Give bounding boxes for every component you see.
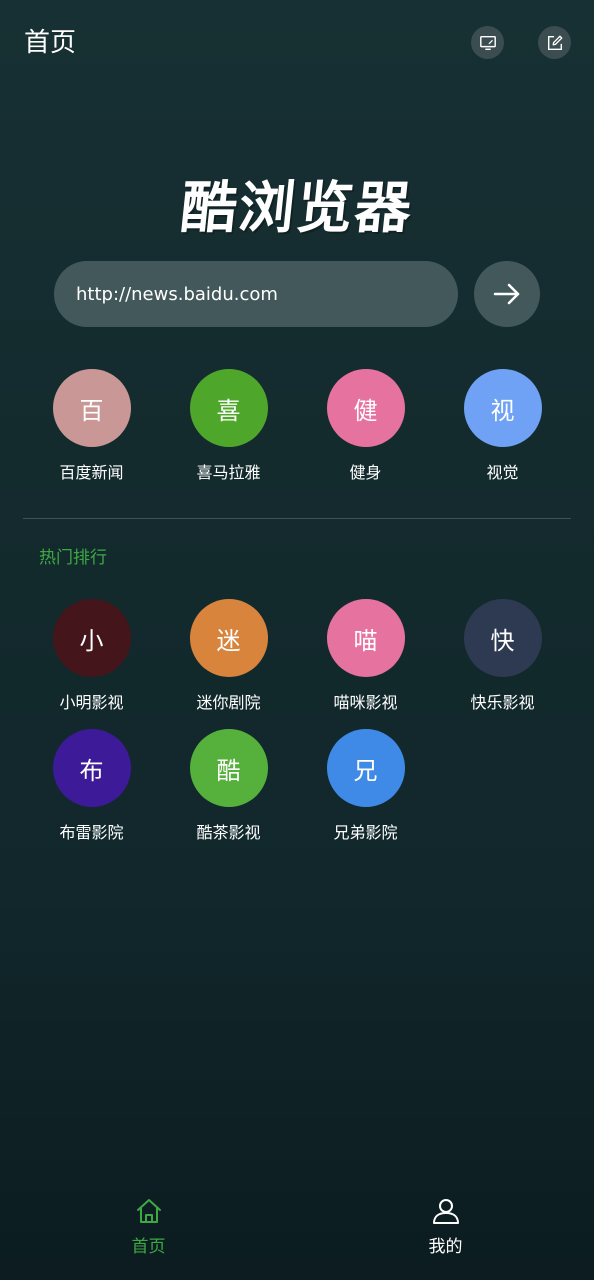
hot-item-label: 布雷影院 — [59, 823, 124, 842]
hot-item-icon: 兄 — [326, 729, 405, 807]
brand-logo: 酷浏览器 — [177, 175, 417, 241]
arrow-right-icon — [493, 283, 520, 305]
shortcut-icon: 健 — [326, 369, 405, 447]
user-icon — [432, 1199, 459, 1224]
shortcut-grid: 百 百度新闻 喜 喜马拉雅 健 健身 视 视觉 — [23, 369, 571, 483]
shortcut-vision[interactable]: 视 视觉 — [434, 369, 571, 483]
edit-button[interactable] — [538, 26, 571, 59]
hot-grid: 小 小明影视 迷 迷你剧院 喵 喵咪影视 快 快乐影视 布 布雷影院 酷 酷茶影… — [23, 599, 571, 843]
go-button[interactable] — [474, 261, 540, 327]
hot-item-icon: 快 — [463, 599, 542, 677]
shortcut-fitness[interactable]: 健 健身 — [297, 369, 434, 483]
screen-button[interactable] — [471, 26, 504, 59]
hot-item-icon: 酷 — [189, 729, 268, 807]
home-icon — [136, 1199, 161, 1223]
nav-home[interactable]: 首页 — [0, 1180, 297, 1280]
hot-item-icon: 喵 — [326, 599, 405, 677]
shortcut-baidu-news[interactable]: 百 百度新闻 — [23, 369, 160, 483]
hot-item-icon: 布 — [52, 729, 131, 807]
hot-item-label: 喵咪影视 — [333, 693, 398, 712]
hot-item-label: 迷你剧院 — [196, 693, 261, 712]
nav-home-label: 首页 — [131, 1237, 166, 1257]
shortcut-label: 健身 — [349, 463, 382, 482]
hot-item-xiongdi[interactable]: 兄 兄弟影院 — [297, 729, 434, 843]
url-bar[interactable] — [54, 261, 458, 327]
page-title: 首页 — [24, 28, 77, 58]
shortcut-label: 百度新闻 — [59, 463, 124, 482]
hot-item-label: 快乐影视 — [470, 693, 535, 712]
nav-mine[interactable]: 我的 — [297, 1180, 594, 1280]
shortcut-label: 视觉 — [486, 463, 519, 482]
hot-item-kuaile[interactable]: 快 快乐影视 — [434, 599, 571, 713]
hot-item-kucha[interactable]: 酷 酷茶影视 — [160, 729, 297, 843]
monitor-icon — [479, 35, 496, 50]
hot-item-bulei[interactable]: 布 布雷影院 — [23, 729, 160, 843]
hot-item-icon: 迷 — [189, 599, 268, 677]
shortcut-label: 喜马拉雅 — [196, 463, 261, 482]
shortcut-icon: 百 — [52, 369, 131, 447]
hot-item-label: 小明影视 — [59, 693, 124, 712]
hot-item-label: 兄弟影院 — [333, 823, 398, 842]
shortcut-icon: 喜 — [189, 369, 268, 447]
hot-item-xiaoming[interactable]: 小 小明影视 — [23, 599, 160, 713]
bottom-nav: 首页 我的 — [0, 1180, 594, 1280]
hot-item-icon: 小 — [52, 599, 131, 677]
shortcut-ximalaya[interactable]: 喜 喜马拉雅 — [160, 369, 297, 483]
shortcut-icon: 视 — [463, 369, 542, 447]
url-input[interactable] — [76, 283, 436, 305]
nav-mine-label: 我的 — [428, 1237, 463, 1257]
divider — [23, 518, 571, 519]
hot-item-label: 酷茶影视 — [196, 823, 261, 842]
edit-icon — [547, 35, 562, 50]
hot-item-miaomi[interactable]: 喵 喵咪影视 — [297, 599, 434, 713]
hot-item-mini-theater[interactable]: 迷 迷你剧院 — [160, 599, 297, 713]
hot-ranking-title: 热门排行 — [39, 548, 107, 568]
